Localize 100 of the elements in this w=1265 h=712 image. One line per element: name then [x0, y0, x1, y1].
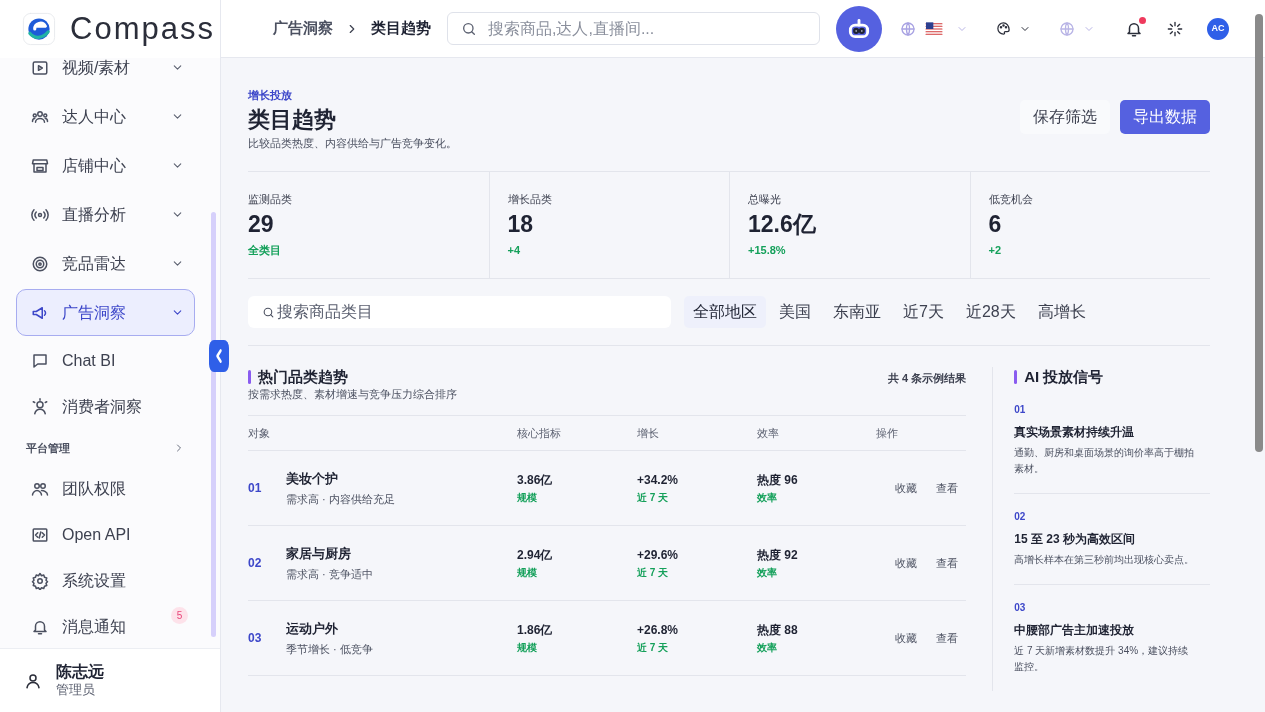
loading-icon[interactable]: [1167, 20, 1183, 37]
filter-chip[interactable]: 近28天: [956, 296, 1025, 328]
nav-item[interactable]: 系统设置: [16, 558, 195, 603]
efficiency-value: 热度 96: [757, 472, 799, 488]
nav-item[interactable]: 竞品雷达: [16, 240, 195, 287]
growth-note: 近 7 天: [637, 491, 670, 504]
growth-value: +29.6%: [637, 547, 680, 563]
section-header[interactable]: 平台管理: [16, 430, 195, 466]
row-index: 03: [248, 630, 263, 647]
nav-item[interactable]: 团队权限: [16, 466, 195, 511]
efficiency-note: 效率: [757, 566, 778, 579]
row-index: 01: [248, 480, 263, 497]
signal-title: 中腰部广告主加速投放: [1014, 622, 1136, 638]
nav-item[interactable]: 直播分析: [16, 191, 195, 238]
theme-selector[interactable]: [996, 21, 1031, 36]
row-action-link[interactable]: 收藏: [895, 479, 918, 497]
nav-item[interactable]: Open API: [16, 512, 195, 557]
signal-index: 03: [1014, 601, 1027, 615]
nav-item[interactable]: 消费者洞察: [16, 384, 195, 429]
search-field[interactable]: 搜索商品类目: [248, 296, 671, 328]
stat-change: +2: [988, 243, 1003, 257]
category-description: 需求高 · 内容供给充足: [286, 492, 395, 506]
stat-label: 监测品类: [248, 192, 293, 206]
signal-title: 真实场景素材持续升温: [1014, 424, 1136, 440]
breadcrumb-item: 类目趋势: [371, 18, 431, 39]
panel-title: AI 投放信号: [1024, 367, 1104, 387]
nav-item[interactable]: 店铺中心: [16, 142, 195, 189]
globe-icon: [900, 20, 916, 37]
signal-title: 15 至 23 秒为高效区间: [1014, 531, 1136, 547]
signal-index: 02: [1014, 510, 1027, 524]
stat-label: 总曝光: [748, 192, 782, 206]
column-header: 对象: [248, 425, 271, 441]
stat-label: 低竞机会: [988, 192, 1034, 206]
flag-icon: [922, 20, 946, 37]
filter-chip[interactable]: 高增长: [1028, 296, 1095, 328]
logo-icon: [22, 12, 56, 46]
category-name: 美妆个护: [286, 470, 339, 488]
notification-badge: 5: [171, 607, 188, 624]
search-icon: [461, 21, 477, 37]
globe-icon: [1059, 20, 1075, 37]
efficiency-value: 热度 88: [757, 622, 799, 638]
language-selector[interactable]: [900, 20, 968, 37]
filter-chip[interactable]: 东南亚: [824, 296, 890, 328]
action-button[interactable]: 导出数据: [1120, 100, 1210, 134]
palette-icon: [996, 21, 1011, 36]
growth-value: +34.2%: [637, 472, 680, 488]
metric-note: 规模: [517, 566, 538, 579]
metric-value: 1.86亿: [517, 622, 554, 638]
category-description: 季节增长 · 低竞争: [286, 642, 373, 656]
growth-value: +26.8%: [637, 622, 680, 638]
nav-item[interactable]: 消息通知 5: [16, 604, 195, 648]
metric-note: 规模: [517, 491, 538, 504]
nav-item[interactable]: 视频/素材: [16, 58, 195, 91]
growth-note: 近 7 天: [637, 641, 670, 654]
row-action-link[interactable]: 查看: [936, 479, 959, 497]
breadcrumb-item[interactable]: 广告洞察: [273, 17, 333, 40]
row-action-link[interactable]: 收藏: [895, 629, 918, 647]
row-action-link[interactable]: 查看: [936, 629, 959, 647]
row-action-link[interactable]: 查看: [936, 554, 959, 572]
person-icon: [31, 397, 49, 416]
user-name: 陈志远: [56, 662, 104, 683]
nav-item[interactable]: 广告洞察: [16, 289, 195, 336]
table-title: 热门品类趋势: [258, 367, 348, 387]
growth-note: 近 7 天: [637, 566, 670, 579]
scroll-thumb[interactable]: [211, 212, 216, 637]
column-header: 增长: [637, 425, 660, 441]
robot-button[interactable]: [836, 5, 882, 52]
user-icon: [24, 671, 42, 690]
row-action-link[interactable]: 收藏: [895, 554, 918, 572]
nav-item[interactable]: Chat BI: [16, 338, 195, 383]
nav-item[interactable]: 达人中心: [16, 93, 195, 140]
category-name: 运动户外: [286, 620, 339, 638]
signal-index: 01: [1014, 403, 1027, 417]
signal-description: 近 7 天新增素材数提升 34%，建议持续监控。: [1014, 644, 1190, 674]
video-icon: [31, 58, 49, 77]
filter-chip[interactable]: 近7天: [894, 296, 953, 328]
eyebrow-label: 增长投放: [248, 88, 293, 102]
chat-icon: [31, 351, 49, 370]
user-role: 管理员: [56, 682, 96, 699]
filter-chip[interactable]: 美国: [770, 296, 820, 328]
metric-value: 3.86亿: [517, 472, 554, 488]
stat-value: 29: [248, 210, 275, 239]
stat-value: 18: [507, 210, 535, 239]
metric-value: 2.94亿: [517, 547, 554, 563]
search-field[interactable]: 搜索商品,达人,直播间...: [447, 12, 820, 45]
stat-value: 12.6亿: [748, 210, 817, 239]
signal-description: 通勤、厨房和桌面场景的询价率高于棚拍素材。: [1014, 446, 1196, 476]
avatar[interactable]: AC: [1207, 17, 1229, 40]
store-icon: [31, 156, 49, 175]
filter-chip[interactable]: 全部地区: [684, 296, 766, 328]
page-subtitle: 比较品类热度、内容供给与广告竞争变化。: [248, 136, 457, 150]
column-header: 核心指标: [517, 425, 562, 441]
action-button[interactable]: 保存筛选: [1020, 100, 1110, 134]
notifications-button[interactable]: [1125, 19, 1143, 38]
collapse-button[interactable]: [209, 340, 229, 372]
code-icon: [31, 525, 49, 544]
scrollbar[interactable]: [1255, 14, 1263, 452]
result-count: 共 4 条示例结果: [888, 371, 967, 386]
accent-bar: [248, 370, 251, 384]
column-header: 效率: [757, 425, 780, 441]
